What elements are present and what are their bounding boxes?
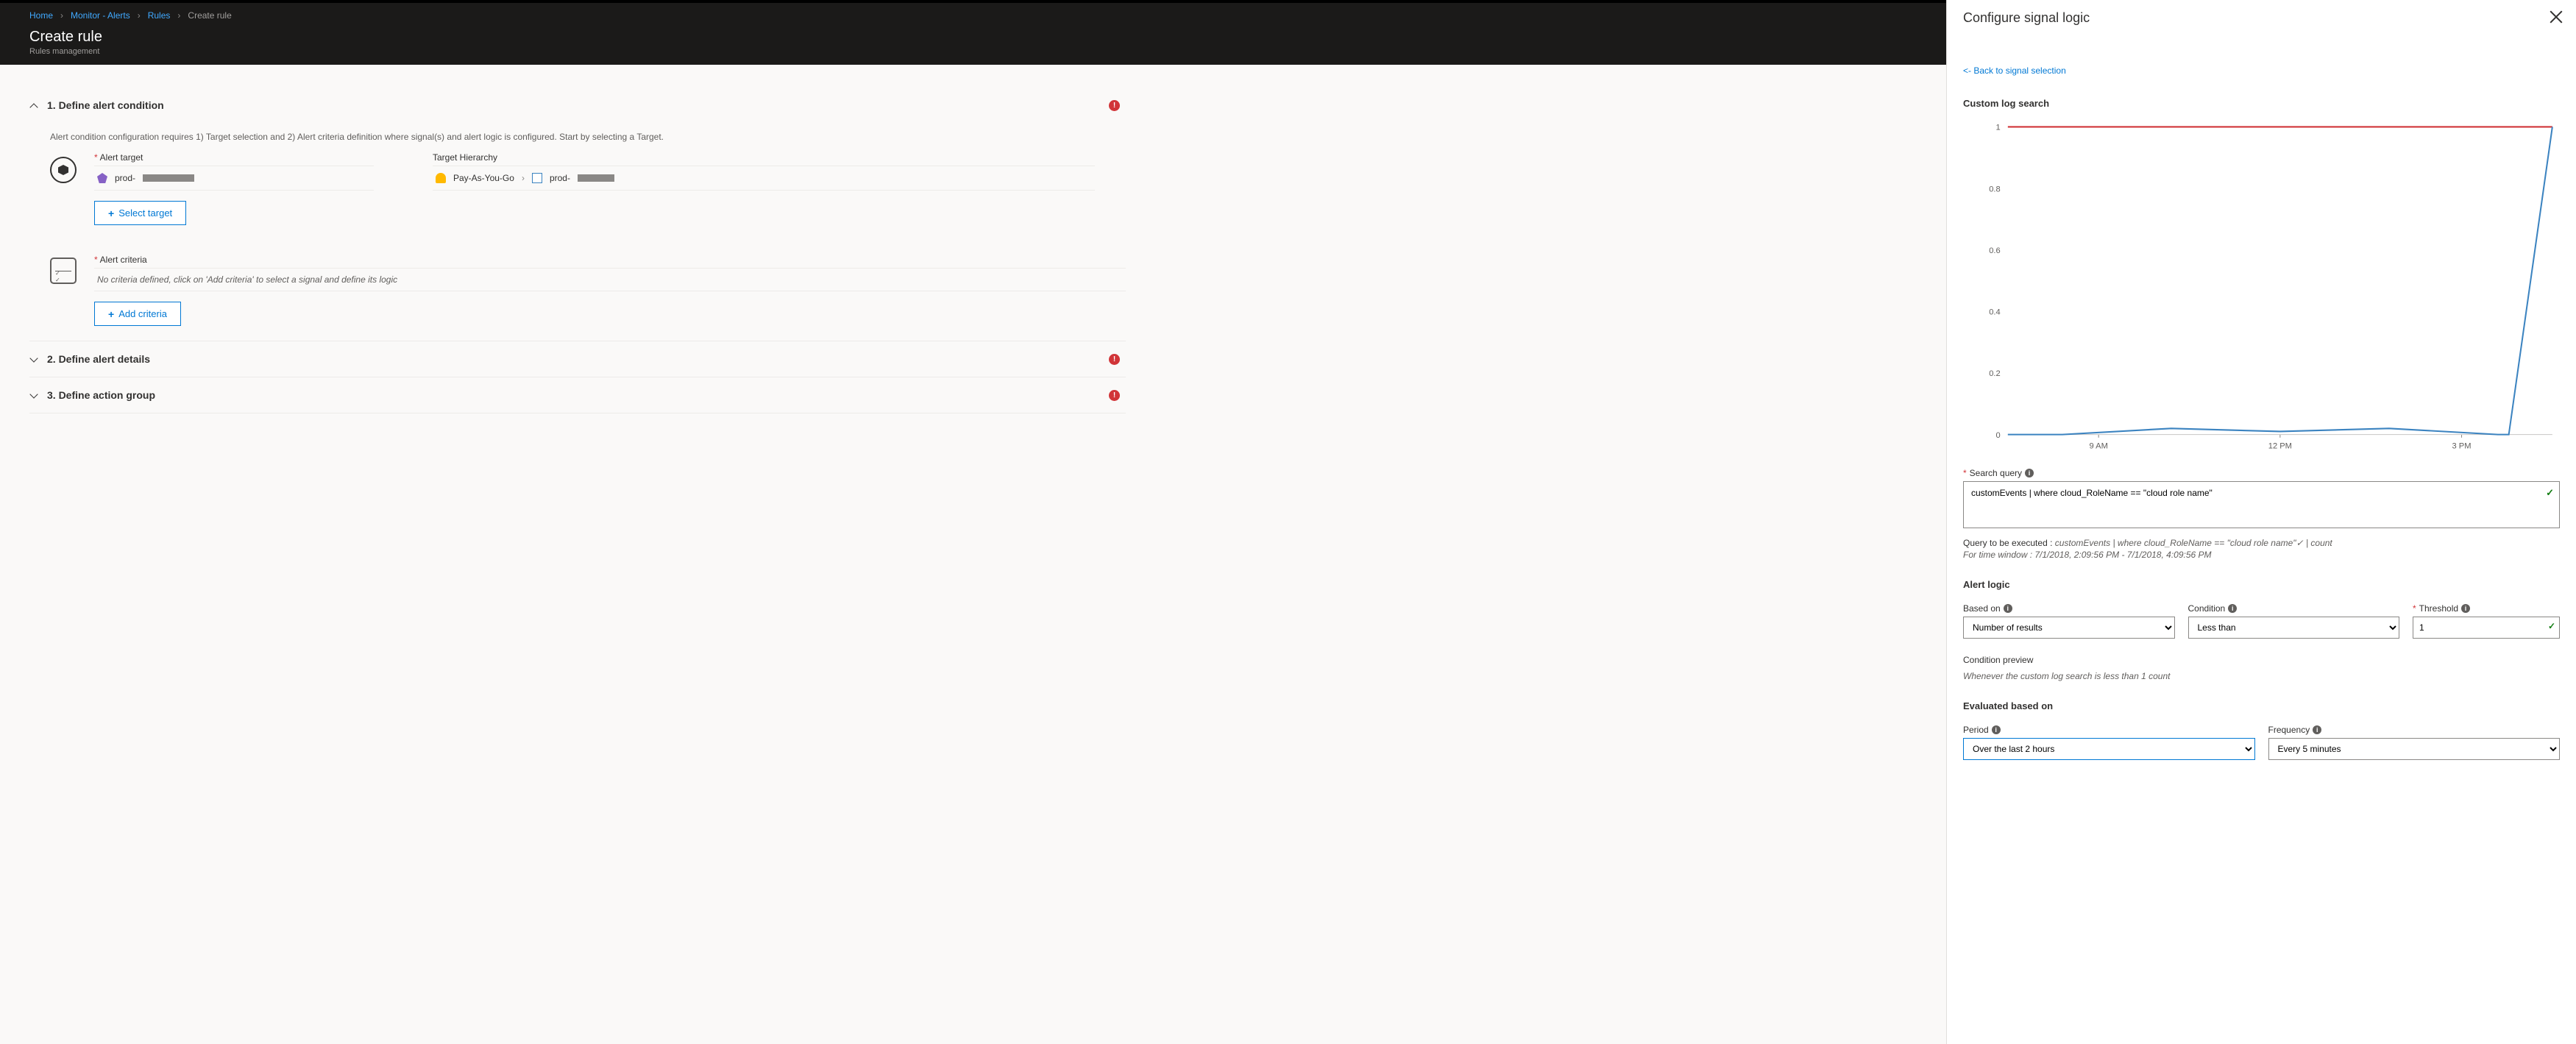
check-icon: ✓ (2548, 621, 2555, 631)
condition-preview-heading: Condition preview (1963, 655, 2560, 665)
top-bar: Home › Monitor - Alerts › Rules › Create… (0, 0, 1946, 65)
alert-criteria-label: *Alert criteria (94, 255, 1126, 265)
chevron-right-icon: › (522, 173, 525, 183)
chevron-right-icon: › (60, 10, 63, 21)
section-title: 1. Define alert condition (47, 99, 164, 111)
breadcrumb-current: Create rule (188, 10, 231, 21)
based-on-select[interactable]: Number of results (1963, 617, 2175, 639)
search-query-input[interactable] (1963, 481, 2560, 528)
section-alert-details: 2. Define alert details ! (29, 341, 1126, 377)
svg-text:0.4: 0.4 (1989, 308, 2000, 316)
resource-group-icon (532, 173, 542, 183)
alert-target-value: prod- (94, 166, 374, 191)
breadcrumb: Home › Monitor - Alerts › Rules › Create… (0, 7, 1946, 28)
plus-icon: + (108, 309, 114, 319)
criteria-empty-message: No criteria defined, click on 'Add crite… (94, 268, 1126, 291)
info-icon[interactable]: i (2461, 604, 2470, 613)
criteria-icon (50, 258, 77, 284)
svg-text:0.6: 0.6 (1989, 246, 2000, 255)
breadcrumb-monitor-alerts[interactable]: Monitor - Alerts (71, 10, 130, 21)
time-window-note: For time window : 7/1/2018, 2:09:56 PM -… (1963, 550, 2560, 560)
info-icon[interactable]: i (2004, 604, 2012, 613)
svg-text:3 PM: 3 PM (2452, 441, 2472, 450)
query-executed-note: Query to be executed : customEvents | wh… (1963, 538, 2560, 548)
condition-select[interactable]: Less than (2188, 617, 2400, 639)
target-hierarchy-value: Pay-As-You-Go › prod- (433, 166, 1095, 191)
svg-text:1: 1 (1995, 123, 2000, 132)
svg-text:0.2: 0.2 (1989, 369, 2000, 378)
info-icon[interactable]: i (2313, 725, 2321, 734)
alert-target-label: *Alert target (94, 152, 374, 163)
signal-name: Custom log search (1963, 98, 2560, 109)
period-select[interactable]: Over the last 2 hours (1963, 738, 2255, 760)
page-title: Create rule (29, 28, 1917, 46)
section-action-group: 3. Define action group ! (29, 377, 1126, 413)
based-on-label: Based on i (1963, 603, 2175, 614)
breadcrumb-rules[interactable]: Rules (148, 10, 171, 21)
main-pane: Home › Monitor - Alerts › Rules › Create… (0, 0, 1946, 1044)
info-icon[interactable]: i (2228, 604, 2237, 613)
resource-icon (97, 173, 107, 183)
signal-chart: 0 0.2 0.4 0.6 0.8 1 9 AM 12 PM 3 PM (1963, 119, 2560, 458)
close-icon[interactable] (2548, 9, 2564, 25)
frequency-select[interactable]: Every 5 minutes (2268, 738, 2561, 760)
panel-title: Configure signal logic (1963, 10, 2560, 26)
condition-label: Condition i (2188, 603, 2400, 614)
chevron-right-icon: › (138, 10, 141, 21)
error-badge-icon: ! (1109, 390, 1120, 401)
subscription-icon (436, 173, 446, 183)
section-title: 2. Define alert details (47, 353, 150, 365)
plus-icon: + (108, 208, 114, 219)
svg-text:0: 0 (1995, 431, 2000, 440)
search-query-label: *Search query i (1963, 468, 2560, 478)
section-header-alert-condition[interactable]: 1. Define alert condition ! (29, 95, 1126, 116)
page-subtitle: Rules management (29, 47, 1917, 56)
hierarchy-subscription: Pay-As-You-Go (453, 173, 514, 183)
breadcrumb-home[interactable]: Home (29, 10, 53, 21)
info-icon[interactable]: i (1992, 725, 2001, 734)
add-criteria-button[interactable]: + Add criteria (94, 302, 181, 326)
configure-signal-panel: Configure signal logic <- Back to signal… (1946, 0, 2576, 1044)
redacted-text (143, 174, 194, 182)
section-header-action-group[interactable]: 3. Define action group ! (29, 385, 1126, 405)
threshold-input[interactable] (2413, 617, 2560, 639)
svg-text:9 AM: 9 AM (2089, 441, 2107, 450)
content: 1. Define alert condition ! Alert condit… (0, 65, 1946, 436)
chevron-down-icon (29, 355, 38, 363)
evaluated-heading: Evaluated based on (1963, 700, 2560, 711)
frequency-label: Frequency i (2268, 725, 2561, 735)
chevron-up-icon (29, 101, 38, 110)
chevron-down-icon (29, 391, 38, 400)
chevron-right-icon: › (177, 10, 180, 21)
target-icon (50, 157, 77, 183)
error-badge-icon: ! (1109, 100, 1120, 111)
section-title: 3. Define action group (47, 389, 155, 401)
period-label: Period i (1963, 725, 2255, 735)
back-to-signal-selection-link[interactable]: <- Back to signal selection (1963, 65, 2560, 76)
condition-preview-text: Whenever the custom log search is less t… (1963, 671, 2560, 681)
condition-preview: Condition preview Whenever the custom lo… (1963, 655, 2560, 681)
error-badge-icon: ! (1109, 354, 1120, 365)
info-icon[interactable]: i (2025, 469, 2034, 477)
target-hierarchy-label: Target Hierarchy (433, 152, 1095, 163)
svg-text:12 PM: 12 PM (2268, 441, 2292, 450)
section-alert-condition: 1. Define alert condition ! Alert condit… (29, 87, 1126, 341)
section-intro: Alert condition configuration requires 1… (50, 132, 1126, 142)
redacted-text (578, 174, 614, 182)
alert-logic-heading: Alert logic (1963, 579, 2560, 590)
check-icon: ✓ (2546, 487, 2554, 499)
alert-target-text: prod- (115, 173, 135, 183)
threshold-label: *Threshold i (2413, 603, 2560, 614)
section-header-alert-details[interactable]: 2. Define alert details ! (29, 349, 1126, 369)
hierarchy-leaf: prod- (550, 173, 570, 183)
select-target-button[interactable]: + Select target (94, 201, 186, 225)
svg-text:0.8: 0.8 (1989, 185, 2000, 193)
